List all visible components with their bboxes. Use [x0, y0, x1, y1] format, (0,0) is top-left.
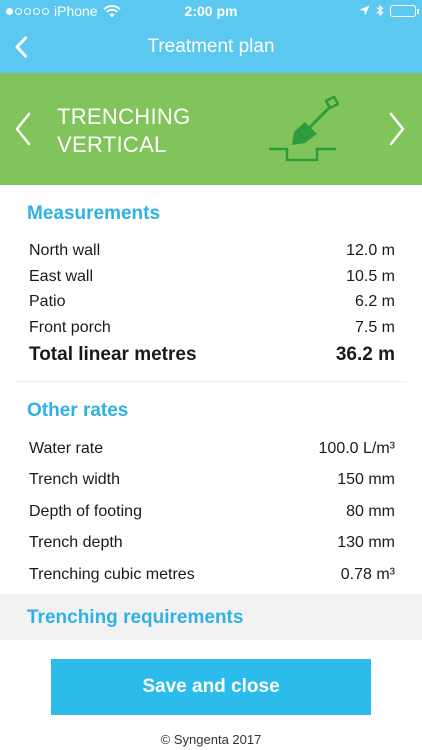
page-title: Treatment plan	[147, 36, 275, 57]
rate-row: Trenching cubic metres 0.78 m³	[29, 566, 395, 584]
rate-value: 0.78 m³	[340, 566, 395, 583]
rate-label: Trench width	[29, 471, 120, 488]
method-banner: TRENCHING VERTICAL	[0, 73, 422, 185]
chevron-right-icon	[389, 112, 405, 146]
requirements-title: Trenching requirements	[27, 607, 244, 628]
method-title-line2: VERTICAL	[57, 132, 167, 157]
rate-label: Trenching cubic metres	[29, 566, 195, 583]
measurements-title: Measurements	[27, 203, 161, 224]
save-and-close-button[interactable]: Save and close	[51, 659, 371, 715]
rate-row: Trench width 150 mm	[29, 471, 395, 489]
rate-label: Depth of footing	[29, 503, 142, 520]
rate-value: 150 mm	[337, 471, 395, 488]
header: iPhone 2:00 pm Treatment plan	[0, 0, 422, 73]
rate-label: Water rate	[29, 440, 104, 457]
measurement-value: 6.2 m	[354, 293, 395, 310]
shovel-trench-icon	[269, 95, 340, 162]
measurement-label: Front porch	[29, 319, 111, 336]
total-label: Total linear metres	[29, 344, 197, 365]
measurement-label: Patio	[29, 293, 66, 310]
rate-value: 100.0 L/m³	[318, 440, 395, 457]
rate-row: Trench depth 130 mm	[29, 534, 395, 552]
total-row: Total linear metres 36.2 m	[29, 344, 395, 366]
location-arrow-icon	[359, 5, 370, 16]
previous-method-button[interactable]	[8, 107, 38, 151]
status-bar: iPhone 2:00 pm	[0, 0, 422, 22]
rate-row: Water rate 100.0 L/m³	[29, 440, 395, 458]
rate-value: 130 mm	[337, 534, 395, 551]
measurement-value: 7.5 m	[354, 319, 395, 336]
battery-icon	[390, 4, 419, 17]
measurement-label: North wall	[29, 242, 101, 259]
measurement-value: 10.5 m	[346, 268, 395, 285]
measurement-value: 12.0 m	[346, 242, 395, 259]
measurement-row: East wall 10.5 m	[29, 268, 395, 286]
measurement-row: Front porch 7.5 m	[29, 319, 395, 337]
rate-value: 80 mm	[346, 503, 395, 520]
measurement-row: Patio 6.2 m	[29, 293, 395, 311]
total-value: 36.2 m	[335, 344, 395, 365]
footer: Save and close © Syngenta 2017	[0, 640, 422, 750]
status-right	[359, 4, 419, 17]
section-divider	[14, 381, 406, 382]
measurement-row: North wall 12.0 m	[29, 242, 395, 260]
rate-row: Depth of footing 80 mm	[29, 503, 395, 521]
chevron-left-icon	[15, 112, 31, 146]
rate-label: Trench depth	[29, 534, 123, 551]
measurement-label: East wall	[29, 268, 94, 285]
next-method-button[interactable]	[382, 107, 412, 151]
other-rates-title: Other rates	[27, 400, 129, 421]
nav-bar: Treatment plan	[0, 22, 422, 73]
method-title-line1: TRENCHING	[57, 104, 191, 129]
bluetooth-icon	[376, 4, 384, 17]
copyright-text: © Syngenta 2017	[160, 732, 262, 747]
